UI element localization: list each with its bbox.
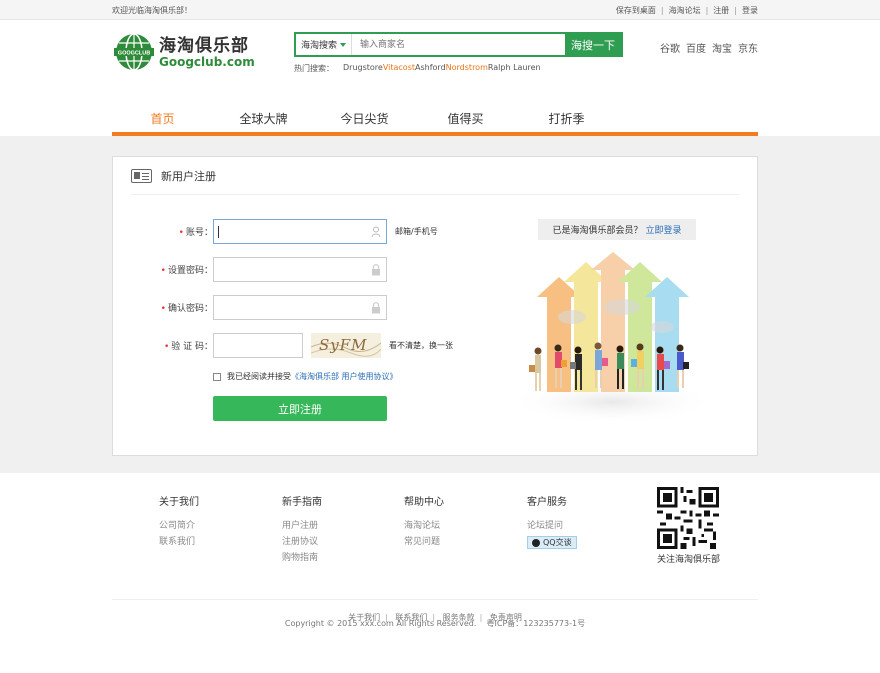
- confirm-password-label: • 确认密码：: [160, 304, 213, 314]
- register-panel: 新用户注册 • 账号： 邮箱/手机号 • 设置密码： • 确认密码： • 验 证…: [112, 156, 758, 456]
- hot-item[interactable]: Ralph Lauren: [488, 63, 541, 74]
- globe-logo-icon: GOOGCLUB: [114, 33, 154, 71]
- nav-worth-buying[interactable]: 值得买: [415, 110, 516, 132]
- nav-discount-season[interactable]: 打折季: [516, 110, 617, 132]
- password-input[interactable]: [213, 257, 387, 282]
- footer-col-about: 关于我们 公司简介 联系我们: [159, 493, 199, 550]
- logo-badge-text: GOOGCLUB: [118, 51, 150, 57]
- search-type-dropdown[interactable]: 海淘搜索: [296, 34, 352, 55]
- text-cursor: [218, 226, 219, 238]
- panel-title: 新用户注册: [161, 169, 216, 183]
- qr-code-icon: [657, 487, 719, 549]
- nav-today-picks[interactable]: 今日尖货: [314, 110, 415, 132]
- hot-item[interactable]: Vitacost: [383, 63, 415, 74]
- lock-icon: [372, 264, 380, 276]
- account-hint: 邮箱/手机号: [395, 227, 438, 236]
- nav-bar: 首页 全球大牌 今日尖货 值得买 打折季: [0, 110, 880, 136]
- footer-link[interactable]: 购物指南: [282, 553, 318, 563]
- footer-col-title: 新手指南: [282, 497, 322, 508]
- footer-col-title: 客户服务: [527, 497, 567, 508]
- captcha-text: SyFM: [319, 336, 368, 354]
- login-link[interactable]: 登录: [742, 5, 758, 16]
- agree-checkbox[interactable]: [213, 372, 221, 381]
- refresh-captcha-link[interactable]: 看不清楚，换一张: [389, 340, 453, 351]
- register-submit-button[interactable]: 立即注册: [213, 396, 387, 421]
- hot-item[interactable]: Nordstrom: [446, 63, 488, 74]
- header: GOOGCLUB 海淘俱乐部 Googclub.com 海淘搜索 海搜一下 热门…: [0, 20, 880, 110]
- chevron-down-icon: [340, 42, 346, 47]
- account-label: • 账号：: [178, 228, 213, 238]
- footer-col-guide: 新手指南 用户注册 注册协议 购物指南: [282, 493, 322, 566]
- confirm-password-input[interactable]: [213, 295, 387, 320]
- footer-link[interactable]: 公司简介: [159, 521, 195, 531]
- hot-item[interactable]: Drugstore: [343, 63, 383, 74]
- member-text: 已是海淘俱乐部会员？: [552, 226, 643, 236]
- password-label: • 设置密码：: [160, 266, 213, 276]
- engine-google[interactable]: 谷歌: [660, 40, 680, 55]
- separator: |: [660, 5, 664, 15]
- hot-item[interactable]: Ashford: [415, 63, 446, 74]
- top-bar: 欢迎光临海淘俱乐部！ 保存到桌面 | 海淘论坛 | 注册 | 登录: [0, 0, 880, 20]
- account-input[interactable]: [213, 219, 387, 244]
- logo-title: 海淘俱乐部: [159, 35, 249, 56]
- footer-link[interactable]: 联系我们: [159, 537, 195, 547]
- engine-baidu[interactable]: 百度: [686, 44, 706, 55]
- footer-col-service: 客户服务 论坛提问 QQ交谈: [527, 493, 577, 550]
- forum-link[interactable]: 海淘论坛: [669, 5, 701, 16]
- copyright-text: Copyright © 2015 xxx.com All Rights Rese…: [284, 619, 586, 628]
- captcha-label: • 验 证 码：: [163, 342, 213, 352]
- hot-searches: 热门搜索： Drugstore Vitacost Ashford Nordstr…: [294, 63, 541, 74]
- footer-col-help: 帮助中心 海淘论坛 常见问题: [404, 493, 444, 550]
- search-input[interactable]: [352, 34, 565, 55]
- separator: |: [705, 5, 709, 15]
- id-card-icon: [131, 168, 152, 183]
- logo-domain: Googclub.com: [159, 54, 255, 69]
- register-link[interactable]: 注册: [713, 5, 729, 16]
- nav-home[interactable]: 首页: [112, 110, 213, 132]
- welcome-text: 欢迎光临海淘俱乐部！: [112, 5, 192, 15]
- search-button[interactable]: 海搜一下: [565, 34, 621, 55]
- search-engine-links: 谷歌 百度 淘宝 京东: [660, 40, 758, 55]
- footer-link[interactable]: 论坛提问: [527, 521, 563, 531]
- user-agreement-link[interactable]: 《海淘俱乐部 用户使用协议》: [291, 371, 398, 382]
- logo[interactable]: GOOGCLUB 海淘俱乐部 Googclub.com: [112, 32, 255, 72]
- nav-global-brands[interactable]: 全球大牌: [213, 110, 314, 132]
- login-now-link[interactable]: 立即登录: [646, 223, 682, 236]
- shoppers-illustration: [507, 252, 717, 424]
- search-box: 海淘搜索 海搜一下: [294, 32, 623, 57]
- user-icon: [371, 226, 381, 238]
- main-nav: 首页 全球大牌 今日尖货 值得买 打折季: [112, 110, 758, 136]
- footer-col-title: 关于我们: [159, 497, 199, 508]
- footer-col-title: 帮助中心: [404, 497, 444, 508]
- hot-label: 热门搜索：: [294, 64, 334, 73]
- separator: |: [734, 5, 737, 15]
- member-login-prompt: 已是海淘俱乐部会员？ 立即登录: [538, 219, 696, 240]
- engine-taobao[interactable]: 淘宝: [712, 44, 732, 55]
- captcha-image[interactable]: SyFM: [311, 333, 381, 358]
- footer-link[interactable]: 常见问题: [404, 537, 440, 547]
- agree-text: 我已经阅读并接受: [227, 372, 291, 381]
- qq-penguin-icon: [532, 538, 540, 547]
- save-to-desktop-link[interactable]: 保存到桌面: [616, 5, 656, 16]
- footer-link[interactable]: 用户注册: [282, 521, 318, 531]
- footer-link[interactable]: 海淘论坛: [404, 521, 440, 531]
- top-links: 保存到桌面 | 海淘论坛 | 注册 | 登录: [616, 5, 758, 16]
- register-form: • 账号： 邮箱/手机号 • 设置密码： • 确认密码： • 验 证 码： Sy…: [153, 219, 453, 421]
- engine-jd[interactable]: 京东: [738, 44, 758, 55]
- footer: 关于我们 公司简介 联系我们 新手指南 用户注册 注册协议 购物指南 帮助中心 …: [0, 473, 880, 673]
- search-type-label: 海淘搜索: [300, 41, 337, 51]
- footer-link[interactable]: 注册协议: [282, 537, 318, 547]
- captcha-input[interactable]: [213, 333, 303, 358]
- qr-caption: 关注海淘俱乐部: [657, 555, 721, 565]
- lock-icon: [372, 302, 380, 314]
- agreement-row: 我已经阅读并接受 《海淘俱乐部 用户使用协议》: [213, 371, 453, 382]
- qq-chat-button[interactable]: QQ交谈: [527, 536, 577, 549]
